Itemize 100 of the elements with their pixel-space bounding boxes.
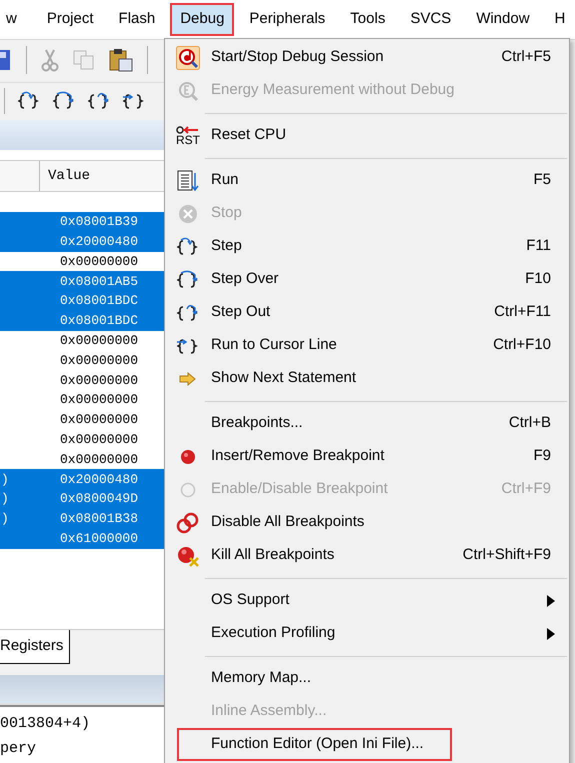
menu-item-label: Run bbox=[211, 170, 239, 190]
menu-item-label: Breakpoints... bbox=[211, 413, 303, 434]
submenu-arrow-icon bbox=[547, 594, 555, 606]
menu-item[interactable]: Run to Cursor Line Ctrl+F10 bbox=[165, 329, 569, 362]
run-icon bbox=[177, 170, 199, 192]
menu-bar-item[interactable]: Debug bbox=[172, 5, 232, 34]
breakpoint-outline-icon bbox=[180, 482, 196, 498]
menu-bar-item[interactable]: SVCS bbox=[402, 5, 460, 34]
shortcut-label: F9 bbox=[533, 446, 551, 466]
shortcut-label: Ctrl+F9 bbox=[501, 479, 551, 500]
menu-item-label: Inline Assembly... bbox=[211, 701, 327, 722]
value-cell-text: 0x00000000 bbox=[60, 252, 138, 271]
watch-row[interactable]: 0x08001BDC bbox=[0, 291, 164, 311]
value-cell-text: 0x00000000 bbox=[60, 391, 138, 410]
menu-item[interactable]: Breakpoints... Ctrl+B bbox=[165, 407, 569, 440]
menu-item-label: Stop bbox=[211, 203, 242, 224]
menu-item-label: Memory Map... bbox=[211, 668, 312, 688]
menu-item[interactable]: RST Reset CPU bbox=[165, 119, 569, 152]
watch-row[interactable]: 0x08001B39 bbox=[0, 212, 164, 232]
menu-item[interactable]: OS Support bbox=[165, 584, 569, 617]
menu-item-label: OS Support bbox=[211, 590, 290, 610]
menu-item[interactable]: Show Next Statement bbox=[165, 362, 569, 395]
menu-item-label: Step Over bbox=[211, 269, 279, 290]
shortcut-label: Ctrl+B bbox=[508, 413, 551, 434]
shortcut-label: Ctrl+F11 bbox=[494, 302, 551, 322]
value-cell-text: 0x00000000 bbox=[60, 372, 138, 390]
step-icon[interactable] bbox=[177, 302, 199, 322]
menu-item[interactable]: Run F5 bbox=[165, 164, 569, 197]
menu-item-label: Start/Stop Debug Session bbox=[211, 47, 384, 68]
watch-row[interactable]: ) 0x20000480 bbox=[0, 469, 164, 490]
panel-tab[interactable]: Registers bbox=[0, 630, 70, 664]
shortcut-label: Ctrl+F5 bbox=[501, 47, 551, 68]
menu-item[interactable]: Step F11 bbox=[165, 230, 569, 263]
shortcut-label: F10 bbox=[525, 269, 551, 290]
submenu-arrow-icon bbox=[547, 628, 555, 640]
save-icon[interactable] bbox=[0, 49, 12, 71]
menu-item[interactable]: Insert/Remove Breakpoint F9 bbox=[165, 440, 569, 473]
value-cell-text: 0x20000480 bbox=[60, 470, 138, 488]
step-icon[interactable] bbox=[177, 270, 199, 290]
watch-row[interactable]: 0x00000000 bbox=[0, 252, 164, 272]
watch-row[interactable]: ) 0x0800049D bbox=[0, 489, 164, 509]
breakpoint-icon bbox=[180, 448, 196, 464]
watch-row[interactable]: 0x61000000 bbox=[0, 528, 164, 549]
shortcut-label: Ctrl+F10 bbox=[493, 335, 551, 356]
step-icon[interactable] bbox=[18, 90, 40, 110]
watch-row[interactable]: 0x08001BDC bbox=[0, 310, 164, 331]
step-icon[interactable] bbox=[88, 90, 110, 110]
menu-item-label: Step bbox=[211, 236, 242, 256]
menu-item[interactable]: Memory Map... bbox=[165, 662, 569, 695]
menu-item-label: Execution Profiling bbox=[211, 623, 336, 644]
name-cell-text: ) bbox=[0, 510, 9, 528]
menu-item-label: Step Out bbox=[211, 302, 270, 322]
shortcut-label: F5 bbox=[533, 170, 551, 190]
watch-row[interactable]: ) 0x08001B38 bbox=[0, 508, 164, 529]
output-line: 0013804+4) bbox=[0, 714, 92, 734]
menu-item-label: Reset CPU bbox=[211, 125, 286, 146]
menu-item-label: Run to Cursor Line bbox=[211, 335, 337, 356]
name-cell-text: ) bbox=[0, 470, 9, 488]
menu-item[interactable]: Function Editor (Open Ini File)... bbox=[165, 728, 569, 761]
paste-icon[interactable] bbox=[109, 48, 133, 72]
shortcut-label: F11 bbox=[526, 236, 551, 256]
value-cell-text: 0x08001BDC bbox=[60, 312, 138, 330]
output-line: pery bbox=[0, 739, 38, 759]
value-cell-text: 0x08001B38 bbox=[60, 510, 138, 528]
value-cell-text: 0x00000000 bbox=[60, 332, 138, 350]
watch-row[interactable]: 0x20000480 bbox=[0, 232, 164, 252]
value-cell-text: 0x00000000 bbox=[60, 450, 138, 469]
menu-item-label: Insert/Remove Breakpoint bbox=[211, 446, 384, 466]
menu-item-label: Kill All Breakpoints bbox=[211, 545, 334, 566]
menu-bar-item[interactable]: Project bbox=[38, 5, 102, 34]
step-icon[interactable] bbox=[177, 236, 199, 256]
menu-item[interactable]: Execution Profiling bbox=[165, 617, 569, 650]
menu-item-label: Enable/Disable Breakpoint bbox=[211, 479, 388, 500]
menu-item[interactable]: Step Out Ctrl+F11 bbox=[165, 296, 569, 329]
menu-bar-item[interactable]: Peripherals bbox=[241, 5, 334, 34]
menu-bar-item[interactable]: w bbox=[0, 5, 25, 34]
value-cell-text: 0x61000000 bbox=[60, 530, 138, 548]
menu-bar-item[interactable]: H bbox=[546, 5, 574, 34]
value-cell-text: 0x08001B39 bbox=[60, 213, 138, 232]
value-cell-text: 0x00000000 bbox=[60, 352, 138, 370]
value-cell-text: 0x08001BDC bbox=[60, 292, 138, 310]
debug-session-icon bbox=[176, 46, 200, 70]
menu-item[interactable]: Step Over F10 bbox=[165, 263, 569, 296]
value-cell-text: 0x00000000 bbox=[60, 430, 138, 449]
menu-item-label: Disable All Breakpoints bbox=[211, 512, 364, 532]
menu-item[interactable]: Start/Stop Debug Session Ctrl+F5 bbox=[165, 41, 569, 74]
step-icon[interactable] bbox=[53, 90, 75, 110]
watch-row[interactable]: 0x08001AB5 bbox=[0, 271, 164, 292]
value-cell-text: 0x08001AB5 bbox=[60, 272, 138, 291]
menu-item-label: Function Editor (Open Ini File)... bbox=[179, 730, 450, 759]
breakpoint-delete-icon bbox=[176, 544, 200, 566]
menu-item-label: Energy Measurement without Debug bbox=[211, 80, 454, 100]
stop-icon bbox=[178, 204, 198, 224]
menu-bar-item[interactable]: Tools bbox=[342, 5, 394, 34]
menu-item[interactable]: Disable All Breakpoints bbox=[165, 506, 569, 539]
menu-bar-item[interactable]: Window bbox=[468, 5, 538, 34]
arrow-icon bbox=[179, 372, 197, 386]
menu-bar-item[interactable]: Flash bbox=[110, 5, 164, 34]
value-cell-text: 0x0800049D bbox=[60, 490, 138, 508]
menu-item[interactable]: Kill All Breakpoints Ctrl+Shift+F9 bbox=[165, 539, 569, 572]
